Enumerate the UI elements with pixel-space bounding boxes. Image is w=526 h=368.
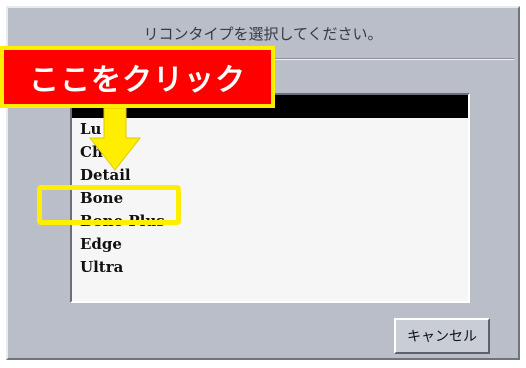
click-here-callout: ここをクリック	[0, 46, 275, 108]
bone-highlight-box	[37, 185, 181, 225]
list-item[interactable]: Ultra	[72, 256, 468, 279]
cancel-button[interactable]: キャンセル	[394, 318, 490, 354]
list-item[interactable]: Edge	[72, 233, 468, 256]
arrow-down-icon	[88, 108, 142, 171]
